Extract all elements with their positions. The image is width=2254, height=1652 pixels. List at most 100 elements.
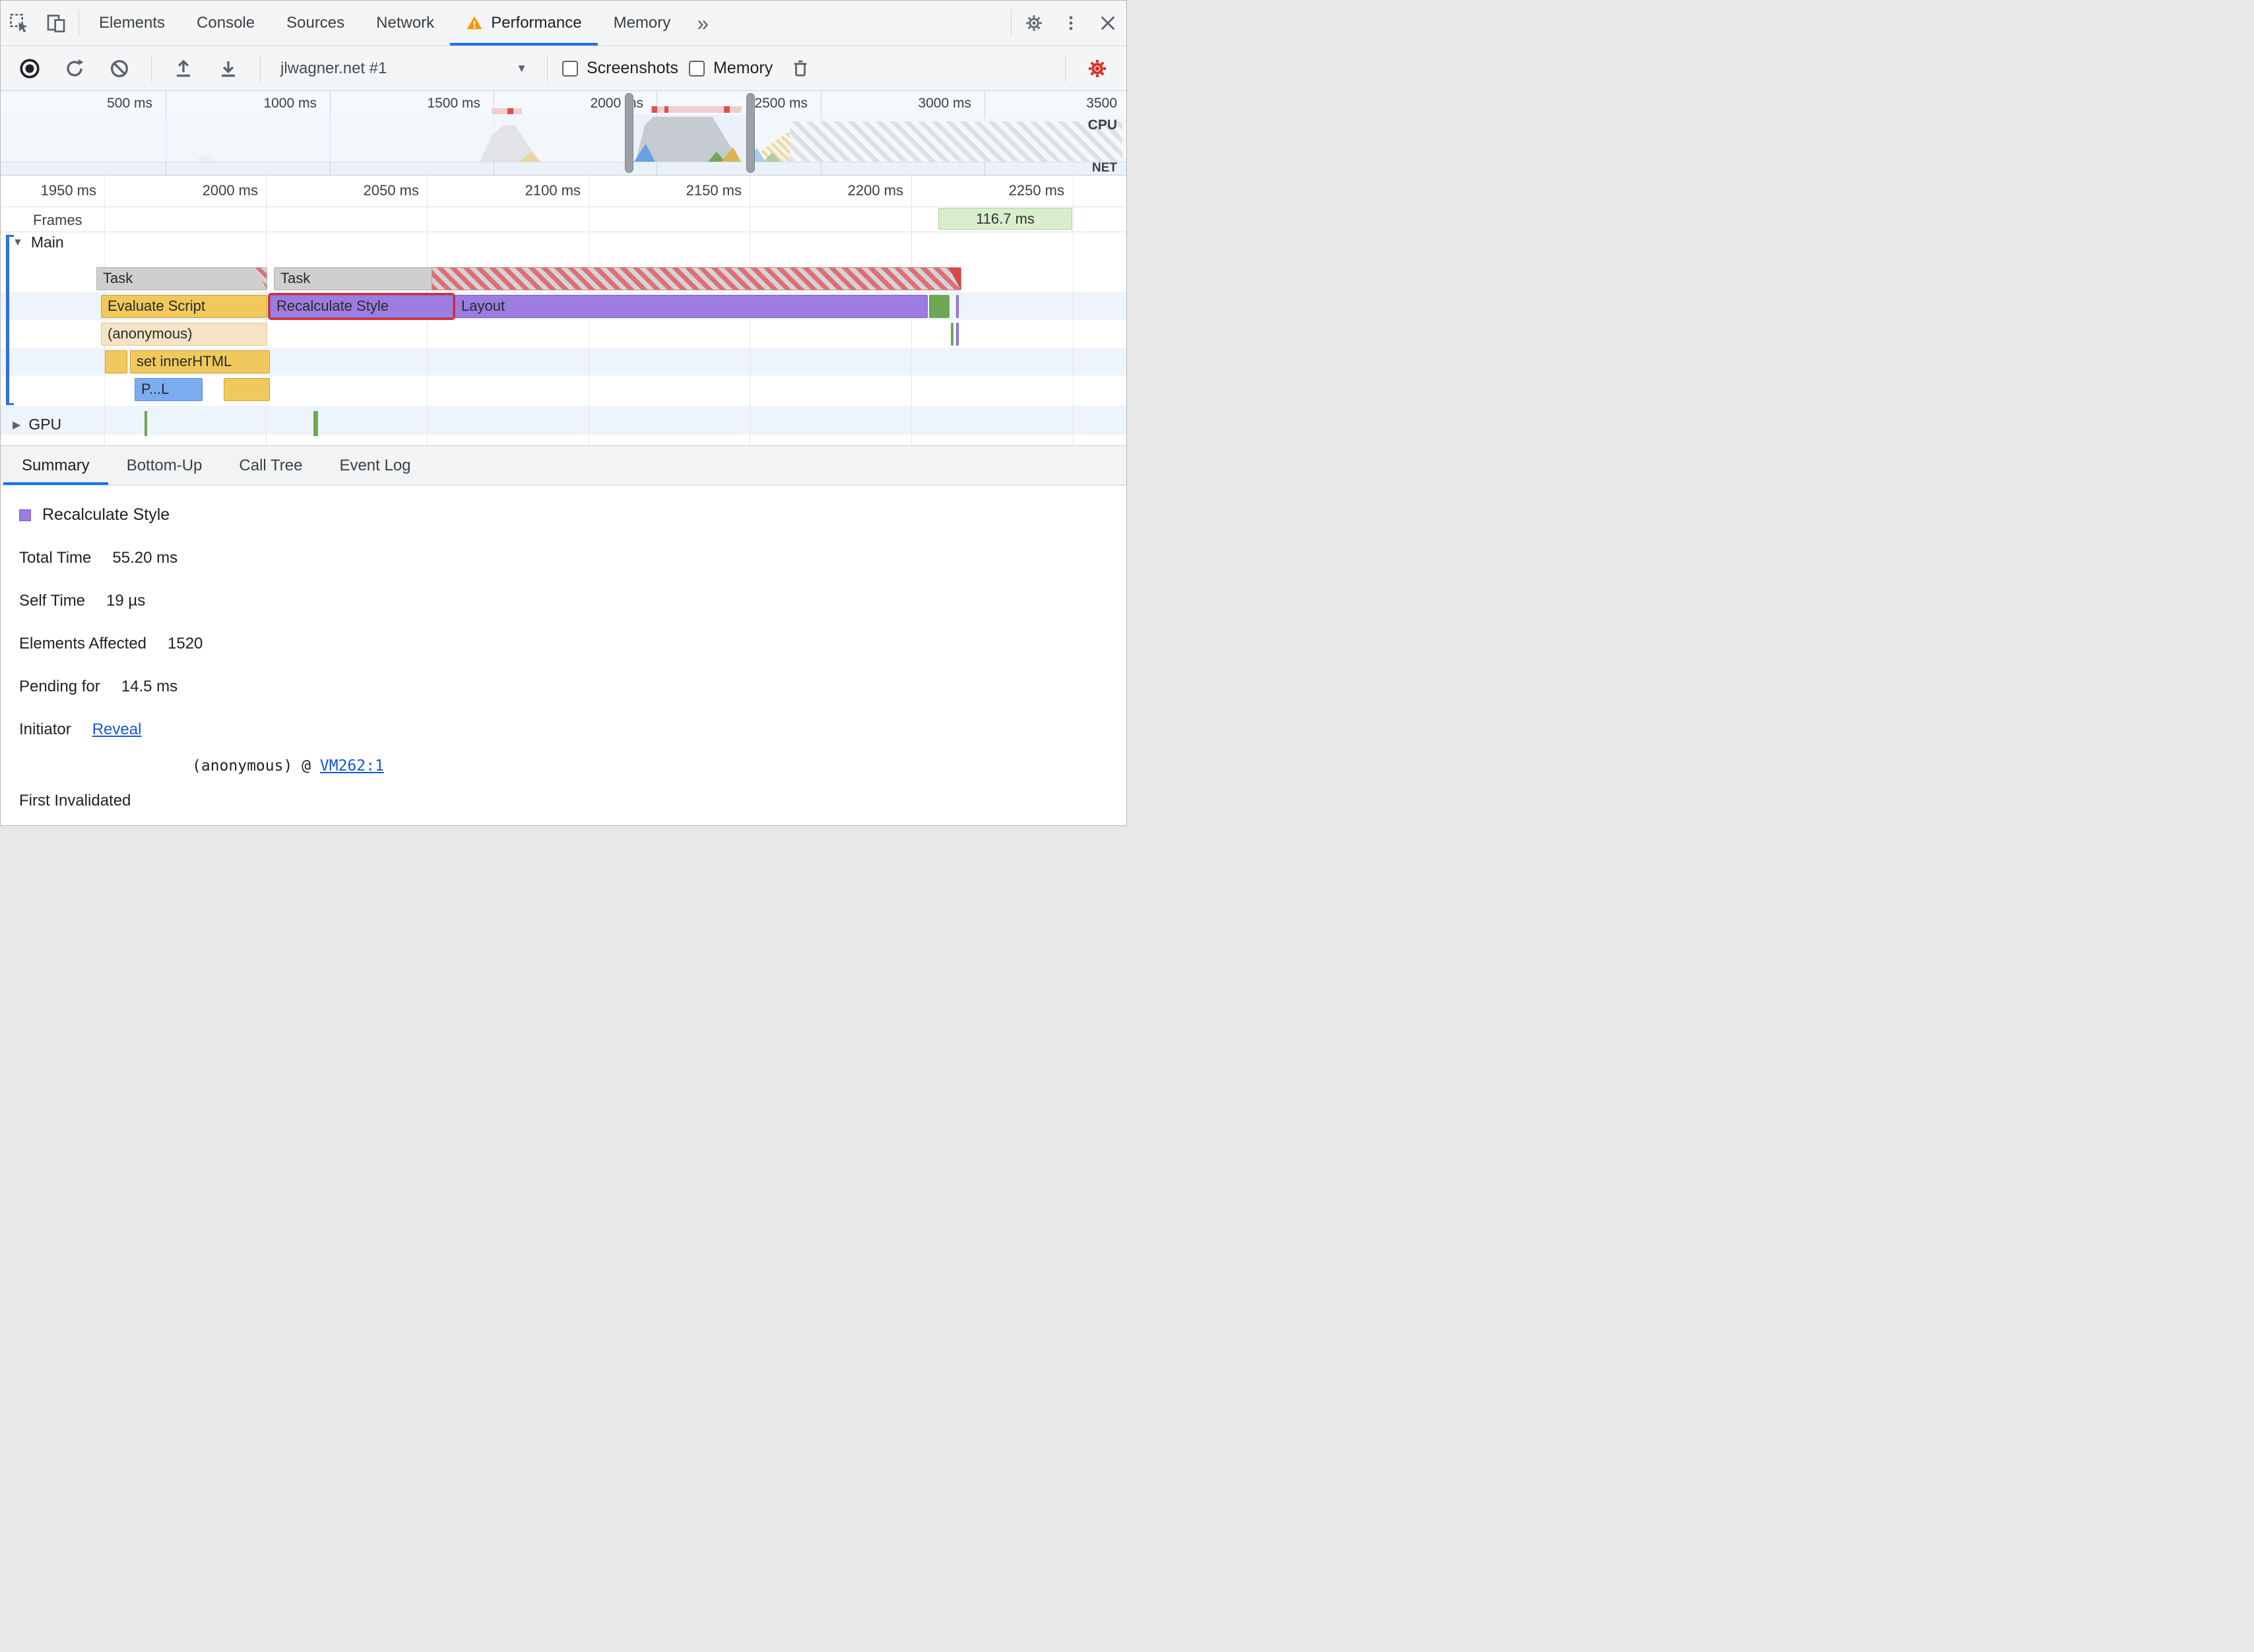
tab-event-log[interactable]: Event Log <box>321 446 429 485</box>
summary-title-row: Recalculate Style <box>19 505 1126 524</box>
tab-label: Network <box>376 14 435 32</box>
summary-pane: Recalculate Style Total Time 55.20 ms Sel… <box>1 486 1126 815</box>
record-button[interactable] <box>13 51 47 86</box>
summary-row: Self Time 19 µs <box>19 592 1126 610</box>
frame-block[interactable]: 116.7 ms <box>938 208 1072 230</box>
tabbar-right-controls <box>1007 1 1126 46</box>
tab-sources[interactable]: Sources <box>271 1 360 46</box>
overview-tick: 2500 ms <box>754 96 808 111</box>
gpu-track-toggle[interactable]: ▶ GPU <box>13 416 61 433</box>
reveal-link[interactable]: Reveal <box>92 720 142 738</box>
recalculate-style-bar[interactable]: Recalculate Style <box>268 293 455 320</box>
window-dim-right <box>755 115 1126 162</box>
long-task-corner <box>255 268 267 290</box>
evaluate-script-bar[interactable]: Evaluate Script <box>101 295 267 318</box>
reload-and-record-button[interactable] <box>57 51 92 86</box>
record-icon <box>18 57 41 80</box>
screenshots-checkbox-label[interactable]: Screenshots <box>562 59 678 78</box>
first-invalidated-label: First Invalidated <box>19 792 131 810</box>
overview-tick: 2000 ms <box>590 96 643 111</box>
tab-label: Summary <box>22 456 90 474</box>
chevron-down-icon: ▼ <box>516 61 527 75</box>
initiator-label: Initiator <box>19 720 71 738</box>
gpu-activity-tick[interactable] <box>145 411 147 436</box>
more-tabs-button[interactable]: » <box>686 1 719 46</box>
ruler-tick: 2000 ms <box>202 182 258 199</box>
memory-checkbox-label[interactable]: Memory <box>688 59 773 78</box>
paint-block[interactable] <box>929 295 950 318</box>
anonymous-bar[interactable]: (anonymous) <box>101 323 267 346</box>
tab-performance[interactable]: Performance <box>450 1 598 46</box>
style-sliver[interactable] <box>956 295 959 318</box>
long-task-marker-red <box>507 108 513 114</box>
chevron-double-icon: » <box>697 11 709 35</box>
divider <box>1065 55 1066 82</box>
ruler-tick: 1950 ms <box>40 182 96 199</box>
window-dim-left <box>1 115 625 162</box>
menu-button[interactable] <box>1052 14 1089 32</box>
source-location-link[interactable]: VM262:1 <box>320 757 384 775</box>
layout-bar[interactable]: Layout <box>455 295 928 318</box>
main-track-label: Main <box>30 234 64 251</box>
save-profile-button[interactable] <box>211 51 245 86</box>
style-sliver[interactable] <box>956 323 959 346</box>
load-profile-button[interactable] <box>166 51 201 86</box>
long-task-marker-red <box>652 106 657 113</box>
task-bar[interactable]: Task <box>274 267 432 290</box>
flame-chart[interactable]: 1950 ms 2000 ms 2050 ms 2100 ms 2150 ms … <box>1 175 1126 445</box>
long-task-bar[interactable] <box>432 267 961 290</box>
script-block[interactable] <box>105 350 127 373</box>
script-block[interactable] <box>224 378 270 401</box>
delete-recording-button[interactable] <box>783 51 818 86</box>
clear-button[interactable] <box>102 51 137 86</box>
capture-settings-button[interactable] <box>1080 51 1114 86</box>
tab-summary[interactable]: Summary <box>3 446 108 485</box>
summary-value: 19 µs <box>106 592 146 610</box>
tab-console[interactable]: Console <box>181 1 271 46</box>
tab-elements[interactable]: Elements <box>83 1 181 46</box>
tab-bottom-up[interactable]: Bottom-Up <box>108 446 221 485</box>
long-task-marker-red <box>664 106 668 113</box>
timeline-overview[interactable]: 500 ms 1000 ms 1500 ms 2000 ms 2500 ms 3… <box>1 91 1126 175</box>
overview-tick: 3500 <box>1086 96 1117 111</box>
ruler-tick: 2050 ms <box>363 182 419 199</box>
gridline <box>1073 175 1074 445</box>
bar-label: set innerHTML <box>137 353 232 369</box>
parse-html-bar[interactable]: P...L <box>135 378 203 401</box>
tab-label: Call Tree <box>239 456 303 474</box>
overview-net-band <box>1 162 1126 175</box>
summary-value: 55.20 ms <box>112 549 178 567</box>
screenshots-checkbox[interactable] <box>562 60 578 77</box>
memory-checkbox[interactable] <box>688 60 705 77</box>
window-handle-left[interactable] <box>625 93 633 173</box>
window-handle-right[interactable] <box>746 93 755 173</box>
task-bar[interactable]: Task <box>96 267 267 290</box>
long-task-marker-red <box>724 106 730 113</box>
tab-memory[interactable]: Memory <box>598 1 687 46</box>
divider <box>260 55 261 82</box>
ruler-border <box>1 206 1126 207</box>
bar-label: P...L <box>141 381 170 397</box>
gear-icon <box>1024 13 1044 33</box>
inspect-element-button[interactable] <box>1 1 38 46</box>
settings-button[interactable] <box>1015 13 1052 33</box>
close-button[interactable] <box>1089 14 1126 32</box>
ruler-tick: 2200 ms <box>847 182 903 199</box>
profile-select[interactable]: jlwagner.net #1 ▼ <box>275 59 532 78</box>
summary-label: Pending for <box>19 678 100 695</box>
summary-row: Pending for 14.5 ms <box>19 678 1126 696</box>
main-track-toggle[interactable]: ▼ Main <box>13 234 64 251</box>
memory-label: Memory <box>713 59 773 77</box>
tab-call-tree[interactable]: Call Tree <box>220 446 321 485</box>
triangle-right-icon: ▶ <box>13 419 21 431</box>
gpu-track-label: GPU <box>28 416 62 433</box>
details-tabbar: Summary Bottom-Up Call Tree Event Log <box>1 445 1126 486</box>
gpu-activity-tick[interactable] <box>313 411 318 436</box>
device-toolbar-button[interactable] <box>38 1 75 46</box>
tab-network[interactable]: Network <box>360 1 450 46</box>
reload-icon <box>64 58 85 79</box>
summary-title: Recalculate Style <box>42 505 170 524</box>
set-innerhtml-bar[interactable]: set innerHTML <box>130 350 270 373</box>
kebab-icon <box>1062 14 1080 32</box>
paint-sliver[interactable] <box>951 323 953 346</box>
